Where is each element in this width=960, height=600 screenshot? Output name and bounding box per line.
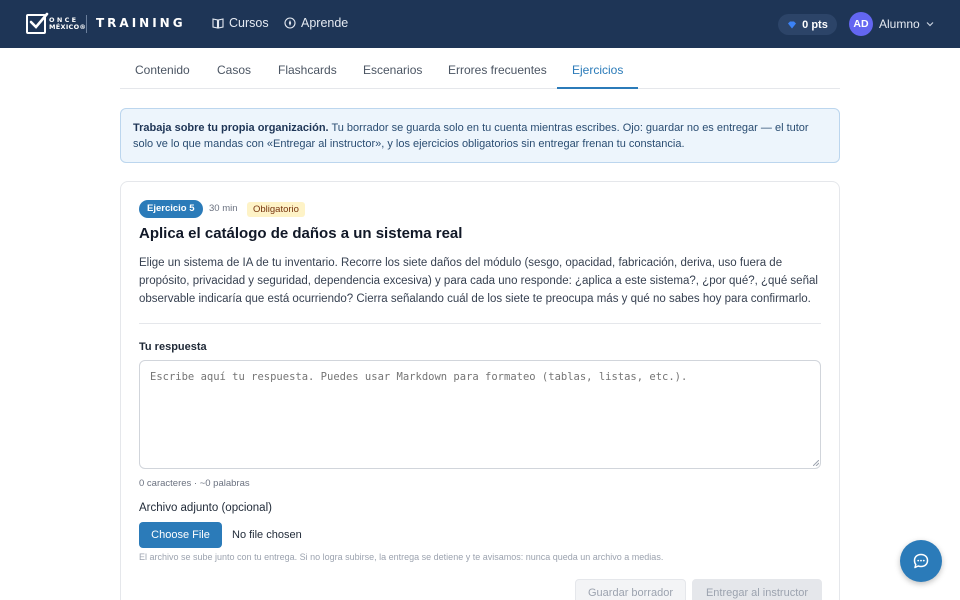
logo-divider — [86, 15, 87, 33]
nav-aprende-label: Aprende — [301, 16, 349, 30]
resize-handle-icon[interactable] — [813, 460, 819, 466]
tab-escenarios[interactable]: Escenarios — [348, 49, 437, 89]
character-counter: 0 caracteres · ~0 palabras — [139, 478, 250, 489]
nav-cursos-label: Cursos — [229, 16, 269, 30]
required-badge: Obligatorio — [247, 202, 305, 217]
brand-title: TRAINING — [96, 16, 186, 30]
avatar[interactable]: AD — [849, 12, 873, 36]
top-navbar: ONCE MÉXICO® TRAINING Cursos Aprende 0 p… — [0, 0, 960, 48]
tab-bar: Contenido Casos Flashcards Escenarios Er… — [120, 49, 840, 89]
points-value: 0 pts — [802, 18, 828, 31]
user-name: Alumno — [879, 17, 920, 31]
exercise-duration: 30 min — [209, 203, 238, 214]
exercise-card: Ejercicio 5 30 min Obligatorio Aplica el… — [120, 181, 840, 600]
banner-strong: Trabaja sobre tu propia organización. — [133, 122, 329, 134]
chat-button[interactable] — [900, 540, 942, 582]
compass-icon — [284, 17, 296, 29]
exercise-number-badge: Ejercicio 5 — [139, 200, 203, 218]
submit-button[interactable]: Entregar al instructor — [692, 579, 822, 600]
file-label: Archivo adjunto (opcional) — [139, 502, 272, 514]
logo-wordmark: ONCE MÉXICO® — [49, 16, 87, 32]
exercise-description: Elige un sistema de IA de tu inventario.… — [139, 257, 818, 305]
chat-bubble-icon — [913, 553, 929, 569]
gem-icon — [788, 21, 797, 28]
response-label: Tu respuesta — [139, 341, 207, 353]
points-badge[interactable]: 0 pts — [778, 14, 837, 35]
user-menu[interactable]: Alumno — [879, 17, 934, 31]
nav-cursos[interactable]: Cursos — [212, 16, 269, 30]
file-status: No file chosen — [232, 529, 302, 541]
info-banner: Trabaja sobre tu propia organización. Tu… — [120, 108, 840, 163]
book-icon — [212, 18, 224, 29]
tab-errores-frecuentes[interactable]: Errores frecuentes — [433, 49, 562, 89]
exercise-title: Aplica el catálogo de daños a un sistema… — [139, 225, 463, 242]
tab-casos[interactable]: Casos — [202, 49, 266, 89]
tab-ejercicios[interactable]: Ejercicios — [557, 49, 639, 89]
logo-line-2: MÉXICO® — [49, 23, 87, 31]
nav-aprende[interactable]: Aprende — [284, 16, 348, 30]
divider — [139, 323, 821, 324]
save-draft-button[interactable]: Guardar borrador — [575, 579, 686, 600]
response-textarea[interactable] — [139, 360, 821, 469]
choose-file-button[interactable]: Choose File — [139, 522, 222, 548]
tab-contenido[interactable]: Contenido — [120, 49, 205, 89]
chevron-down-icon — [926, 22, 934, 27]
file-help-text: El archivo se sube junto con tu entrega.… — [139, 552, 664, 562]
tab-flashcards[interactable]: Flashcards — [263, 49, 352, 89]
logo[interactable]: ONCE MÉXICO® — [26, 12, 87, 34]
checkbox-logo-icon — [26, 12, 49, 34]
